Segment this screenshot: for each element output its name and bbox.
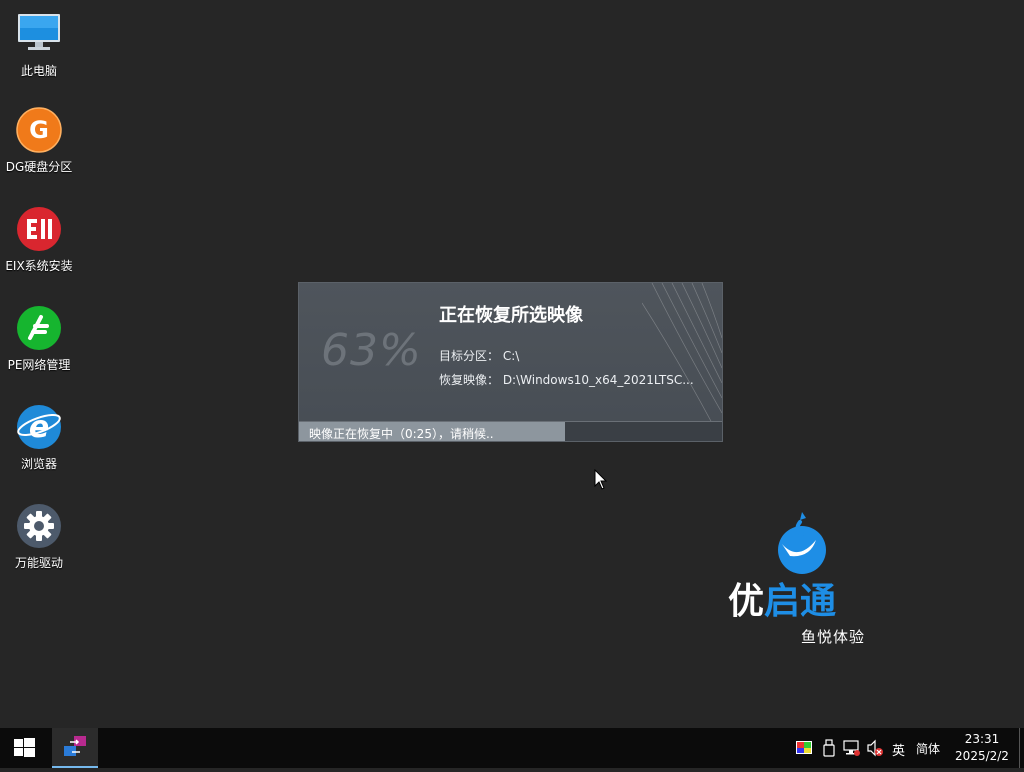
desktop-icon-label: 此电脑 [20, 64, 57, 78]
show-desktop-button[interactable] [1019, 728, 1024, 768]
restore-progress-dialog: 63% 正在恢复所选映像 目标分区： C:\ 恢复映像： D:\Windows1… [298, 282, 723, 442]
clock-time: 23:31 [964, 732, 1000, 746]
clock-date: 2025/2/2 [955, 749, 1009, 763]
progress-percent-watermark: 63% [321, 325, 422, 376]
driver-gear-icon [17, 504, 61, 548]
network-tray-icon[interactable] [843, 739, 861, 757]
brand-logo: 优启通 鱼悦体验 [728, 510, 888, 650]
diskgenius-icon: G [16, 107, 62, 153]
target-partition-text: 目标分区： C:\ [439, 349, 520, 363]
desktop: 此电脑 G DG硬盘分区 EIX系统安装 PE网络管理 e 浏览器 万能驱动 6… [0, 0, 1024, 728]
color-palette-tray-icon[interactable] [795, 739, 813, 757]
svg-text:G: G [29, 116, 49, 144]
brand-slogan: 鱼悦体验 [801, 628, 866, 646]
desktop-icon-network-manager[interactable]: PE网络管理 [0, 304, 78, 384]
fish-logo-icon [778, 512, 826, 574]
desktop-icon-label: EIX系统安装 [5, 259, 73, 273]
desktop-icon-label: 浏览器 [20, 457, 57, 471]
start-button[interactable] [0, 728, 48, 768]
desktop-icon-eix-installer[interactable]: EIX系统安装 [0, 205, 78, 285]
brand-name: 优启通 [728, 582, 836, 622]
restore-progress-bar: 映像正在恢复中（0:25），请稍候.. [299, 421, 722, 441]
feather-decoration [642, 283, 722, 423]
usb-drive-tray-icon[interactable] [820, 739, 838, 757]
windows-start-icon [14, 738, 35, 757]
app-switcher-icon [64, 736, 86, 756]
ime-mode-indicator[interactable]: 简体 [916, 740, 940, 757]
desktop-icon-this-pc[interactable]: 此电脑 [0, 10, 78, 90]
mouse-cursor-icon [594, 469, 608, 490]
desktop-icon-browser[interactable]: e 浏览器 [0, 403, 78, 483]
taskbar-running-app[interactable] [52, 728, 98, 768]
dialog-title: 正在恢复所选映像 [439, 305, 583, 326]
taskbar: 英 简体 23:31 2025/2/2 [0, 728, 1024, 768]
eix-installer-icon [17, 207, 61, 251]
progress-status-text: 映像正在恢复中（0:25），请稍候.. [309, 427, 494, 441]
desktop-icon-label: DG硬盘分区 [5, 160, 73, 174]
brand-name-part1: 优 [728, 581, 765, 622]
volume-muted-tray-icon[interactable] [866, 739, 884, 757]
desktop-icon-label: PE网络管理 [7, 358, 71, 372]
restore-image-text: 恢复映像： D:\Windows10_x64_2021LTSC... [439, 373, 694, 387]
desktop-icon-driver[interactable]: 万能驱动 [0, 502, 78, 582]
browser-icon: e [17, 405, 61, 449]
brand-name-part2: 启通 [764, 581, 837, 622]
desktop-icon-diskgenius[interactable]: G DG硬盘分区 [0, 106, 78, 186]
taskbar-clock[interactable]: 23:31 2025/2/2 [950, 731, 1014, 765]
computer-icon [18, 14, 60, 50]
desktop-icon-label: 万能驱动 [14, 556, 63, 570]
network-manager-icon [17, 306, 61, 350]
ime-language-indicator[interactable]: 英 [892, 740, 905, 759]
